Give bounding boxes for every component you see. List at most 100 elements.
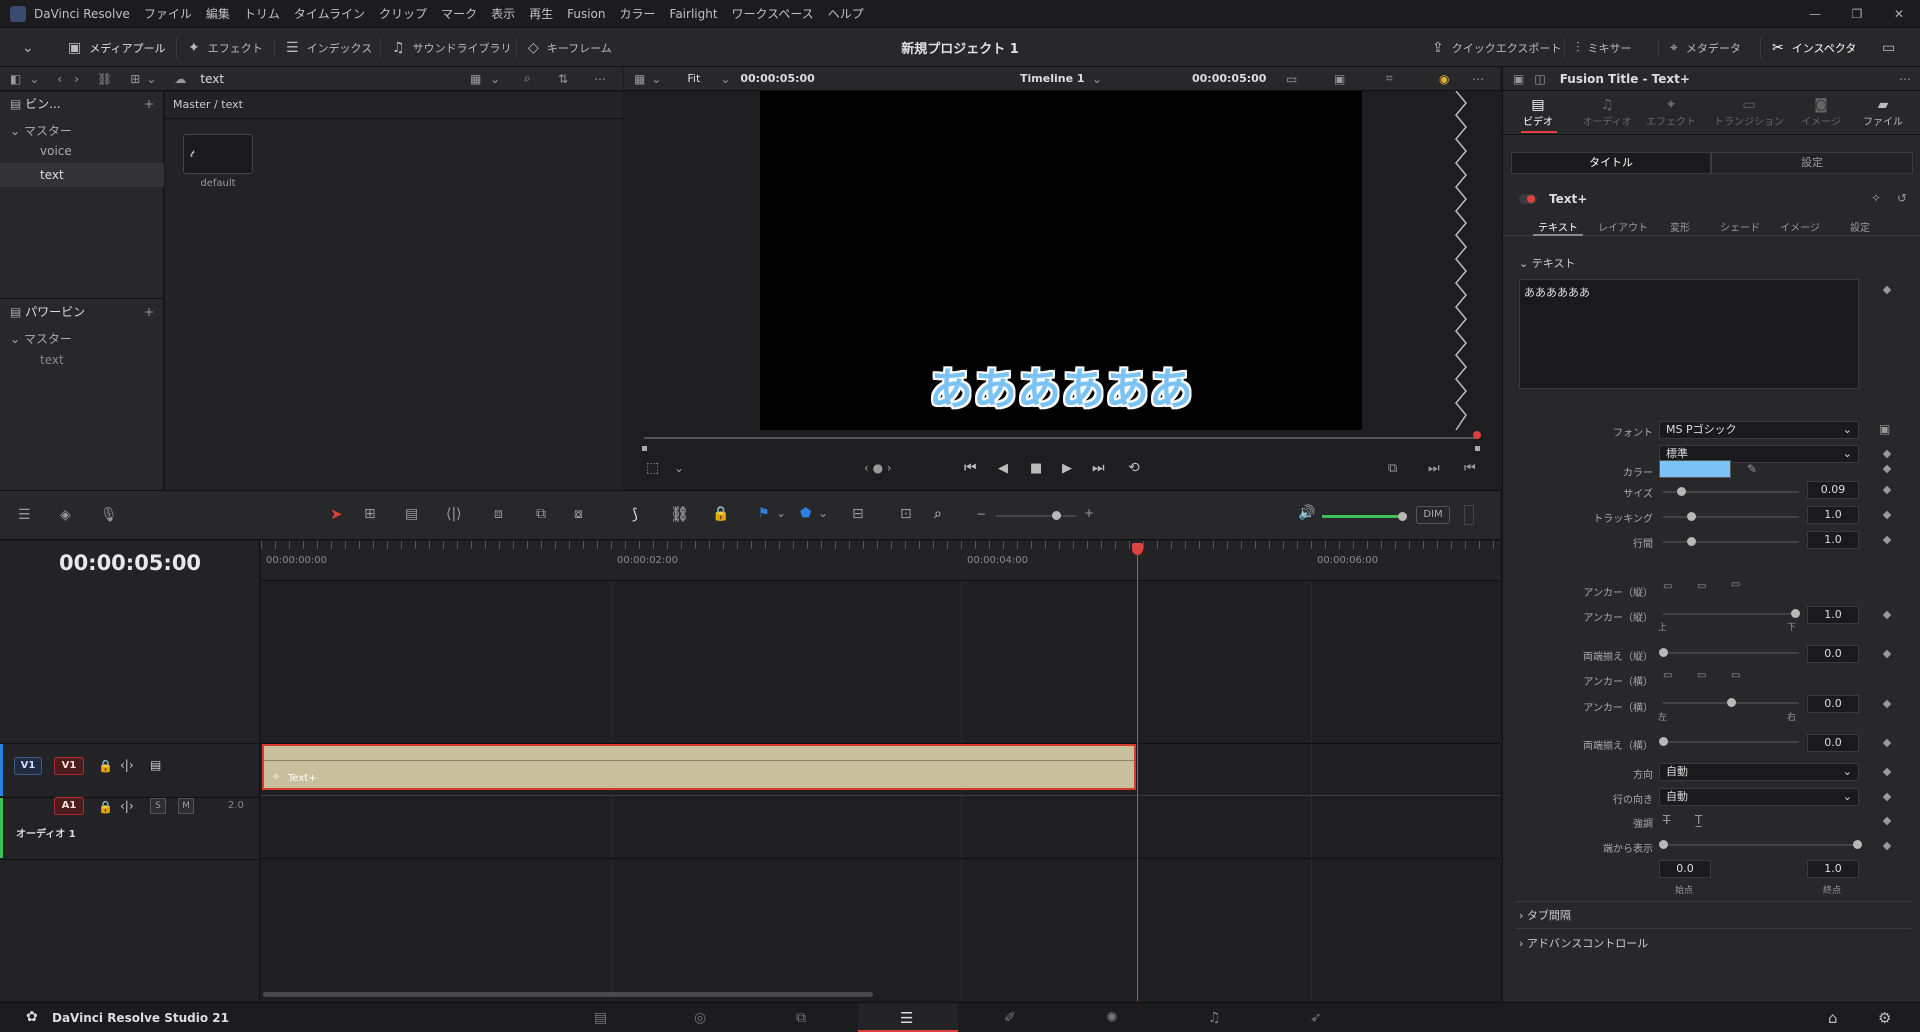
output-icon[interactable]: ▣ bbox=[1334, 72, 1345, 86]
safe-area-icon[interactable]: ▭ bbox=[1286, 72, 1297, 86]
blade-tool-icon[interactable]: ⟨|⟩ bbox=[446, 506, 462, 522]
menu-playback[interactable]: 再生 bbox=[529, 5, 553, 22]
effects-button[interactable]: ✦ エフェクト bbox=[188, 28, 263, 67]
prev-clip-icon[interactable]: ⏮ bbox=[1464, 461, 1476, 476]
playhead-handle[interactable] bbox=[1132, 543, 1143, 555]
inspector-button[interactable]: ✂ インスペクタ bbox=[1772, 28, 1856, 67]
select-tool-icon[interactable]: ➤ bbox=[330, 505, 343, 523]
color-wheel-icon[interactable]: ◉ bbox=[1439, 72, 1449, 86]
keyframe-icon[interactable] bbox=[1882, 816, 1892, 826]
more-icon[interactable]: ⋯ bbox=[1899, 72, 1911, 86]
import-icon[interactable]: ⊞ bbox=[130, 72, 140, 86]
chevron-down-icon[interactable]: ⌄ bbox=[720, 72, 730, 86]
video-canvas[interactable]: ああああああ bbox=[760, 91, 1362, 430]
write-on-slider[interactable] bbox=[1659, 840, 1862, 849]
menu-file[interactable]: ファイル bbox=[144, 5, 192, 22]
fairlight-page-icon[interactable]: ♫ bbox=[1208, 1010, 1221, 1026]
trim-tool-icon[interactable]: ⊞ bbox=[364, 506, 376, 522]
menu-fusion[interactable]: Fusion bbox=[567, 7, 605, 21]
quick-export-button[interactable]: ⇪ クイックエクスポート bbox=[1432, 28, 1561, 67]
timeline-select[interactable]: Timeline 1 bbox=[1020, 72, 1085, 85]
strikethrough-icon[interactable]: T̶ bbox=[1663, 813, 1670, 827]
text-input[interactable]: ああああああ bbox=[1519, 279, 1859, 389]
lock-icon[interactable]: 🔒 bbox=[98, 800, 113, 814]
lock-icon[interactable]: 🔒 bbox=[98, 759, 113, 773]
chevron-down-icon[interactable]: ⌄ bbox=[651, 72, 661, 86]
menu-trim[interactable]: トリム bbox=[244, 5, 280, 22]
direction-select[interactable]: 自動 ⌄ bbox=[1659, 763, 1859, 781]
marker-icon[interactable]: ⬟ bbox=[800, 506, 811, 521]
link-icon[interactable]: ⛓ bbox=[97, 72, 112, 86]
go-to-start-icon[interactable]: ⏮ bbox=[964, 460, 977, 476]
match-frame-icon[interactable]: ⧉ bbox=[1388, 461, 1397, 476]
texttab-image[interactable]: イメージ bbox=[1775, 219, 1825, 234]
zoom-out-icon[interactable]: − bbox=[976, 507, 986, 521]
anchor-v-slider[interactable] bbox=[1663, 609, 1800, 618]
timeline-ruler[interactable]: 00:00:00:00 00:00:02:00 00:00:04:00 00:0… bbox=[261, 541, 1500, 581]
anchor-center-icon[interactable]: ▭ bbox=[1697, 670, 1706, 681]
menu-mark[interactable]: マーク bbox=[441, 5, 477, 22]
grid-view-icon[interactable]: ▦ bbox=[470, 72, 481, 86]
chevron-down-icon[interactable]: ⌄ bbox=[818, 506, 828, 520]
write-on-start-value[interactable]: 0.0 bbox=[1659, 860, 1711, 878]
keyframe-icon[interactable] bbox=[1882, 767, 1892, 777]
write-on-end-value[interactable]: 1.0 bbox=[1807, 860, 1859, 878]
crop-icon[interactable]: ⬚ bbox=[646, 460, 659, 476]
panel-toggle-icon[interactable]: ◧ bbox=[10, 72, 21, 86]
anchor-h-value[interactable]: 0.0 bbox=[1807, 695, 1859, 713]
mixer-button[interactable]: ⫶ ミキサー bbox=[1576, 28, 1632, 67]
line-spacing-value[interactable]: 1.0 bbox=[1807, 531, 1859, 549]
viewer-layout-icon[interactable]: ▦ bbox=[634, 72, 645, 86]
tab-transition[interactable]: ▭ トランジション bbox=[1709, 97, 1789, 128]
reset-icon[interactable]: ↺ bbox=[1897, 191, 1907, 205]
anchor-bottom-icon[interactable]: ▭ bbox=[1731, 579, 1740, 590]
keyframe-icon[interactable] bbox=[1882, 510, 1892, 520]
power-bin-text[interactable]: text bbox=[0, 348, 164, 372]
auto-select-icon[interactable]: ‹|› bbox=[120, 799, 134, 813]
replace-clip-icon[interactable]: ⧇ bbox=[574, 506, 583, 522]
keyframe-icon[interactable] bbox=[1882, 792, 1892, 802]
anchor-middle-icon[interactable]: ▭ bbox=[1697, 581, 1706, 592]
scrubber-track[interactable] bbox=[644, 437, 1478, 439]
deliver-page-icon[interactable]: ➶ bbox=[1310, 1010, 1322, 1026]
line-spacing-slider[interactable] bbox=[1663, 537, 1799, 546]
sound-library-button[interactable]: ♫ サウンドライブラリ bbox=[392, 28, 512, 67]
eyedropper-icon[interactable]: ✎ bbox=[1747, 462, 1757, 476]
zoom-select[interactable]: Fit bbox=[687, 72, 700, 85]
tab-image[interactable]: ◙ イメージ bbox=[1793, 97, 1849, 128]
clip-thumbnail[interactable]: 𝓉 bbox=[183, 134, 253, 174]
snapping-icon[interactable]: ⟆ bbox=[632, 505, 638, 523]
more-icon[interactable]: ⋯ bbox=[594, 72, 606, 86]
auto-select-icon[interactable]: ‹|› bbox=[120, 758, 134, 772]
keyframe-icon[interactable] bbox=[1882, 649, 1892, 659]
texttab-layout[interactable]: レイアウト bbox=[1593, 219, 1653, 234]
close-icon[interactable]: ✕ bbox=[1878, 0, 1920, 28]
cut-page-icon[interactable]: ◎ bbox=[694, 1010, 706, 1026]
keyframe-icon[interactable] bbox=[1882, 841, 1892, 851]
app-logo-icon[interactable] bbox=[10, 5, 26, 22]
texttab-shading[interactable]: シェード bbox=[1715, 219, 1765, 234]
section-text-header[interactable]: ⌄ テキスト bbox=[1519, 255, 1575, 271]
section-advanced[interactable]: › アドバンスコントロール bbox=[1519, 935, 1648, 951]
keyframes-button[interactable]: ◇ キーフレーム bbox=[528, 28, 612, 67]
zoom-custom-icon[interactable]: ⌕ bbox=[934, 506, 942, 522]
texttab-settings[interactable]: 設定 bbox=[1835, 219, 1885, 234]
chevron-down-icon[interactable]: ⌄ bbox=[674, 461, 684, 475]
next-clip-icon[interactable]: ⏭ bbox=[1428, 461, 1440, 476]
speaker-icon[interactable]: 🔊 bbox=[1298, 505, 1315, 521]
split-view-icon[interactable]: ◫ bbox=[1534, 72, 1545, 86]
keyframe-icon[interactable] bbox=[1882, 610, 1892, 620]
keyframe-icon[interactable] bbox=[1882, 699, 1892, 709]
search-icon[interactable]: ⌕ bbox=[524, 71, 531, 86]
tab-audio[interactable]: ♫ オーディオ bbox=[1579, 97, 1635, 128]
media-page-icon[interactable]: ▤ bbox=[594, 1010, 607, 1026]
justify-v-value[interactable]: 0.0 bbox=[1807, 645, 1859, 663]
insert-clip-icon[interactable]: ⧈ bbox=[494, 506, 503, 522]
zoom-detail-icon[interactable]: ⊡ bbox=[900, 506, 912, 522]
dim-button[interactable]: DIM bbox=[1416, 506, 1450, 524]
bin-voice[interactable]: voice bbox=[0, 139, 164, 163]
tracking-slider[interactable] bbox=[1663, 512, 1799, 521]
loop-icon[interactable]: ⟲ bbox=[1128, 460, 1140, 476]
menu-clip[interactable]: クリップ bbox=[379, 5, 427, 22]
chevron-down-icon[interactable]: ⌄ bbox=[146, 72, 156, 86]
